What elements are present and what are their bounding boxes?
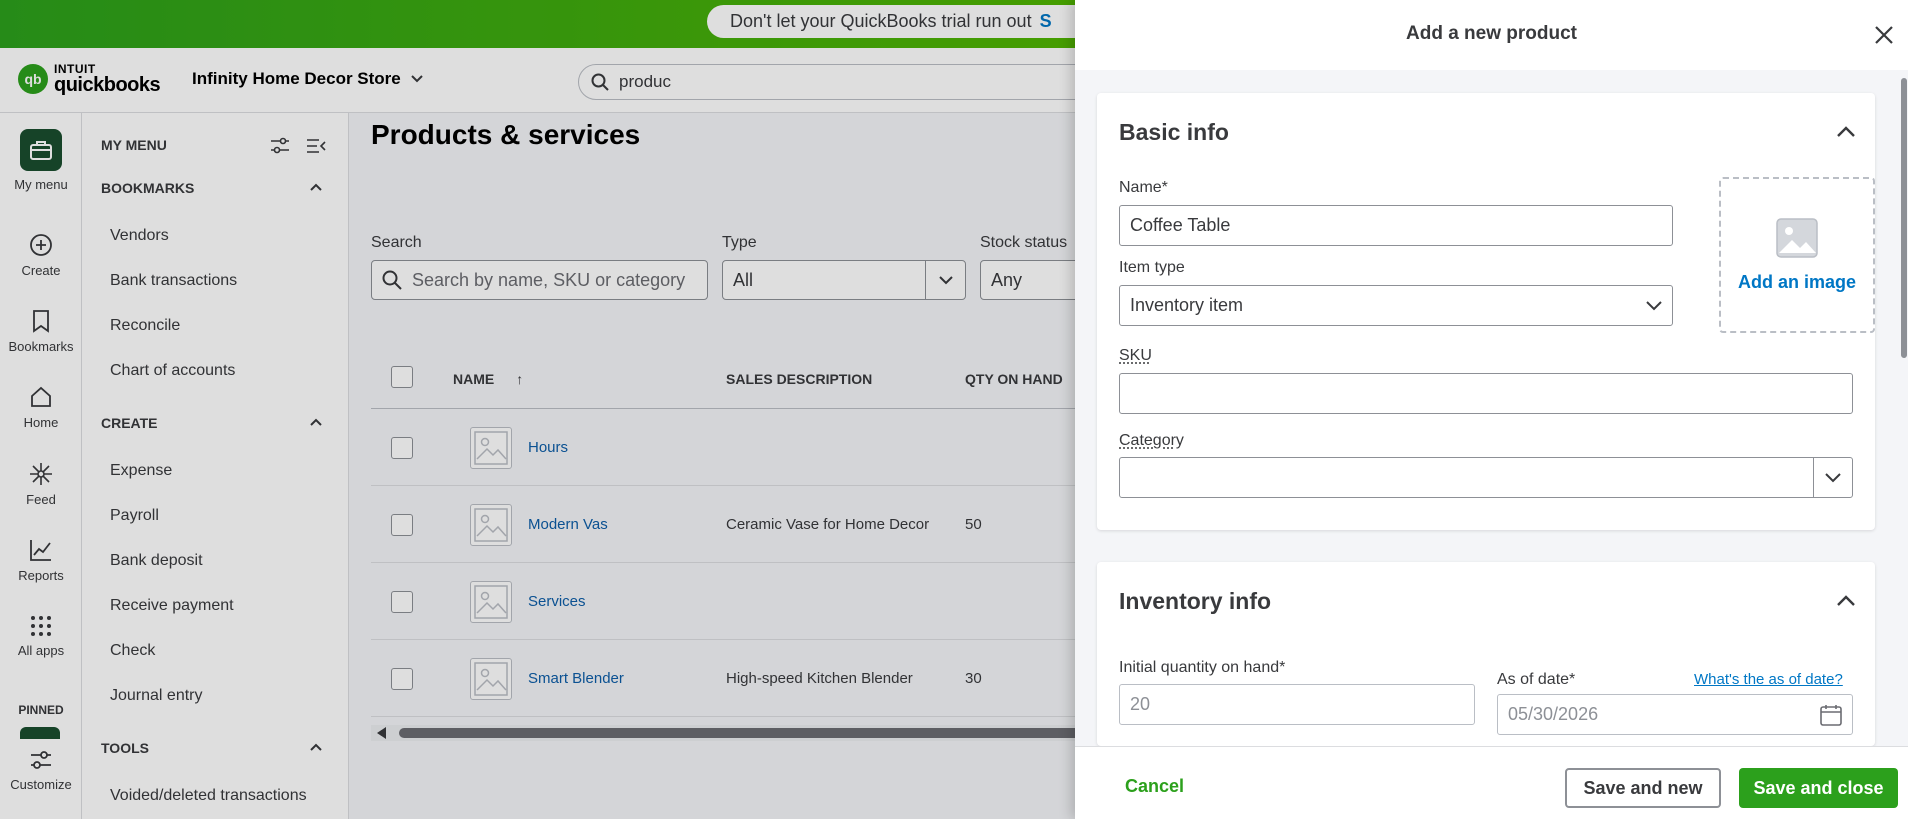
close-icon bbox=[1875, 26, 1893, 44]
sku-label: SKU bbox=[1119, 347, 1152, 364]
initial-qty-input[interactable]: 20 bbox=[1119, 684, 1475, 725]
name-input[interactable]: Coffee Table bbox=[1119, 205, 1673, 246]
as-of-date-label: As of date* bbox=[1497, 671, 1576, 688]
inventory-info-card: Inventory info Initial quantity on hand*… bbox=[1097, 562, 1875, 746]
basic-info-title: Basic info bbox=[1119, 119, 1229, 145]
chevron-down-icon bbox=[1825, 472, 1841, 482]
as-of-date-input[interactable]: 05/30/2026 bbox=[1497, 694, 1853, 735]
basic-info-card: Basic info Name* Coffee Table Item type … bbox=[1097, 93, 1875, 530]
add-image-label: Add an image bbox=[1737, 271, 1857, 292]
category-dropdown-toggle[interactable] bbox=[1813, 458, 1852, 497]
panel-header: Add a new product bbox=[1075, 0, 1908, 70]
add-image-dropzone[interactable]: Add an image bbox=[1719, 177, 1875, 333]
save-and-close-button[interactable]: Save and close bbox=[1739, 768, 1898, 808]
collapse-basic-info-button[interactable] bbox=[1834, 119, 1858, 143]
chevron-up-icon bbox=[1837, 594, 1855, 606]
name-label: Name* bbox=[1119, 179, 1168, 196]
image-icon bbox=[1776, 217, 1818, 258]
save-and-new-button[interactable]: Save and new bbox=[1565, 768, 1721, 808]
collapse-inventory-info-button[interactable] bbox=[1834, 588, 1858, 612]
add-product-panel: Add a new product Basic info Name* Coffe… bbox=[1075, 0, 1908, 819]
as-of-date-value: 05/30/2026 bbox=[1508, 704, 1599, 724]
panel-vertical-scrollbar[interactable] bbox=[1901, 72, 1908, 742]
item-type-select[interactable]: Inventory item bbox=[1119, 285, 1673, 326]
category-select[interactable] bbox=[1119, 457, 1853, 498]
panel-scrollbar-thumb[interactable] bbox=[1901, 78, 1907, 358]
category-label: Category bbox=[1119, 432, 1184, 449]
panel-title: Add a new product bbox=[1406, 23, 1577, 44]
sku-input[interactable] bbox=[1119, 373, 1853, 414]
chevron-up-icon bbox=[1837, 125, 1855, 137]
modal-backdrop[interactable] bbox=[0, 0, 1075, 819]
inventory-info-title: Inventory info bbox=[1119, 588, 1272, 614]
item-type-label: Item type bbox=[1119, 259, 1185, 276]
calendar-icon[interactable] bbox=[1820, 704, 1842, 726]
panel-footer: Cancel Save and new Save and close bbox=[1075, 746, 1908, 819]
chevron-down-icon bbox=[1646, 301, 1662, 311]
name-input-value: Coffee Table bbox=[1130, 215, 1231, 235]
item-type-value: Inventory item bbox=[1130, 295, 1244, 315]
close-button[interactable] bbox=[1871, 22, 1897, 48]
as-of-date-help-link[interactable]: What's the as of date? bbox=[1694, 671, 1843, 688]
initial-qty-value: 20 bbox=[1130, 694, 1151, 714]
initial-qty-label: Initial quantity on hand* bbox=[1119, 659, 1286, 676]
cancel-button[interactable]: Cancel bbox=[1125, 776, 1184, 797]
